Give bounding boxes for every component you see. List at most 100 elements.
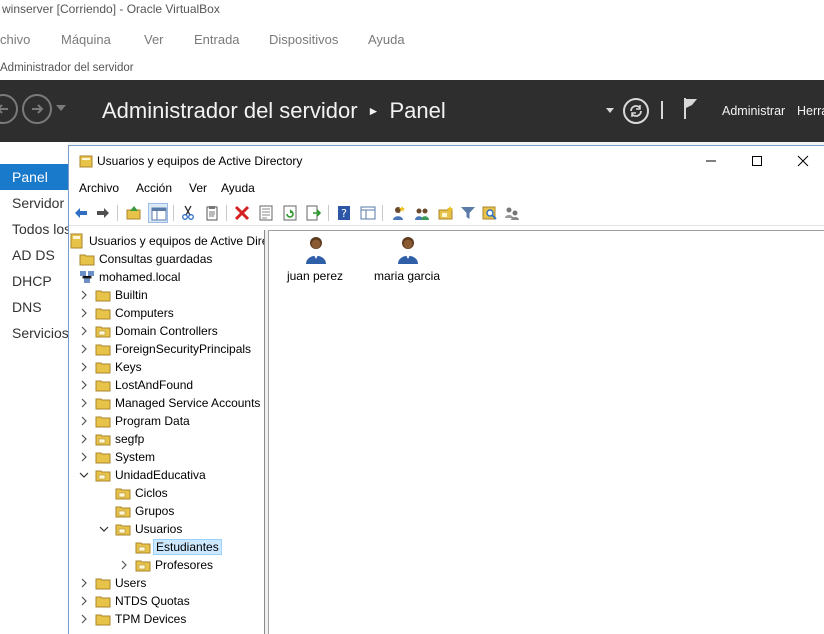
tree-node-grupos[interactable]: Grupos (69, 502, 264, 520)
show-hide-tree-button[interactable] (148, 203, 168, 223)
tree-node-tpm-devices[interactable]: TPM Devices (69, 610, 264, 628)
tree-expander[interactable] (79, 289, 89, 301)
cut-button[interactable] (178, 203, 198, 223)
tree-node-estudiantes[interactable]: Estudiantes (69, 538, 264, 556)
user-object[interactable]: maria garcia (367, 231, 447, 291)
maximize-button[interactable] (734, 146, 780, 176)
new-user-button[interactable] (388, 203, 408, 223)
tree-expander[interactable] (79, 325, 89, 337)
new-group-button[interactable] (412, 203, 432, 223)
add-to-group-button[interactable] (502, 203, 522, 223)
forward-button[interactable] (22, 94, 52, 124)
sidebar-item-todos-los-servidores[interactable]: Todos los (0, 216, 68, 242)
help-button[interactable]: ? (334, 203, 354, 223)
chevron-right-icon[interactable] (79, 361, 89, 373)
tree-expander[interactable] (79, 433, 89, 445)
menu-herramientas[interactable]: Herra (797, 104, 824, 118)
tree-expander[interactable] (79, 595, 89, 607)
tree-node-managed-service-accounts[interactable]: Managed Service Accounts (69, 394, 264, 412)
sidebar-item-servidor-local[interactable]: Servidor (0, 190, 68, 216)
forward-button[interactable] (93, 203, 113, 223)
new-ou-button[interactable] (436, 203, 456, 223)
tree-expander[interactable] (79, 343, 89, 355)
navigation-tree[interactable]: Usuarios y equipos de Active Direct Consu… (69, 230, 265, 634)
tree-node-foreignsecurityprincipals[interactable]: ForeignSecurityPrincipals (69, 340, 264, 358)
menu-ver[interactable]: Ver (189, 181, 207, 195)
tree-node-usuarios-y-equipos-de-active-direct[interactable]: Usuarios y equipos de Active Direct (69, 232, 264, 250)
tree-node-system[interactable]: System (69, 448, 264, 466)
tree-node-program-data[interactable]: Program Data (69, 412, 264, 430)
tree-expander[interactable] (79, 307, 89, 319)
tree-node-ntds-quotas[interactable]: NTDS Quotas (69, 592, 264, 610)
chevron-down-icon[interactable] (79, 469, 89, 481)
virtualbox-menu-maquina[interactable]: Máquina (61, 32, 111, 47)
chevron-right-icon[interactable] (79, 343, 89, 355)
tree-expander[interactable] (79, 613, 89, 625)
tree-node-mohamed-local[interactable]: mohamed.local (69, 268, 264, 286)
close-button[interactable] (780, 146, 824, 176)
menu-ayuda[interactable]: Ayuda (221, 181, 255, 195)
sidebar-item-servicios[interactable]: Servicios (0, 320, 68, 346)
virtualbox-menu-dispositivos[interactable]: Dispositivos (269, 32, 338, 47)
minimize-button[interactable] (688, 146, 734, 176)
chevron-right-icon[interactable] (79, 415, 89, 427)
tree-expander[interactable] (79, 469, 89, 481)
menu-accion[interactable]: Acción (136, 181, 172, 195)
tree-node-computers[interactable]: Computers (69, 304, 264, 322)
virtualbox-menu-ayuda[interactable]: Ayuda (368, 32, 405, 47)
sidebar-item-dhcp[interactable]: DHCP (0, 268, 68, 294)
back-button[interactable] (71, 203, 91, 223)
tree-expander[interactable] (119, 559, 129, 571)
tree-node-users[interactable]: Users (69, 574, 264, 592)
chevron-right-icon[interactable] (79, 307, 89, 319)
chevron-right-icon[interactable] (79, 595, 89, 607)
tree-node-consultas-guardadas[interactable]: Consultas guardadas (69, 250, 264, 268)
virtualbox-menu-ver[interactable]: Ver (144, 32, 164, 47)
details-view-button[interactable] (358, 203, 378, 223)
chevron-right-icon[interactable] (79, 613, 89, 625)
chevron-right-icon[interactable] (79, 577, 89, 589)
virtualbox-menu-archivo[interactable]: chivo (0, 32, 30, 47)
up-one-level-button[interactable] (124, 203, 144, 223)
flag-icon[interactable] (682, 96, 700, 120)
chevron-right-icon[interactable] (119, 559, 129, 571)
tree-expander[interactable] (99, 523, 109, 535)
tree-expander[interactable] (79, 451, 89, 463)
tree-expander[interactable] (79, 415, 89, 427)
chevron-down-icon[interactable] (99, 523, 109, 535)
back-button[interactable] (0, 94, 18, 124)
notifications-dropdown-icon[interactable] (606, 108, 614, 113)
tree-node-usuarios[interactable]: Usuarios (69, 520, 264, 538)
chevron-right-icon[interactable] (79, 451, 89, 463)
tree-node-lostandfound[interactable]: LostAndFound (69, 376, 264, 394)
refresh-button[interactable] (280, 203, 300, 223)
tree-node-keys[interactable]: Keys (69, 358, 264, 376)
chevron-right-icon[interactable] (79, 397, 89, 409)
chevron-right-icon[interactable] (79, 433, 89, 445)
virtualbox-menu-entrada[interactable]: Entrada (194, 32, 240, 47)
tree-node-unidadeducativa[interactable]: UnidadEducativa (69, 466, 264, 484)
tree-expander[interactable] (79, 361, 89, 373)
find-button[interactable] (480, 203, 500, 223)
tree-node-profesores[interactable]: Profesores (69, 556, 264, 574)
chevron-down-icon[interactable] (56, 105, 66, 111)
sidebar-item-panel[interactable]: Panel (0, 164, 68, 190)
menu-archivo[interactable]: Archivo (79, 181, 119, 195)
tree-expander[interactable] (79, 577, 89, 589)
refresh-button[interactable] (623, 98, 649, 124)
tree-node-builtin[interactable]: Builtin (69, 286, 264, 304)
tree-node-segfp[interactable]: segfp (69, 430, 264, 448)
chevron-right-icon[interactable] (79, 325, 89, 337)
export-list-button[interactable] (304, 203, 324, 223)
copy-button[interactable] (202, 203, 222, 223)
chevron-right-icon[interactable] (79, 379, 89, 391)
delete-button[interactable] (232, 203, 252, 223)
sidebar-item-ad-ds[interactable]: AD DS (0, 242, 68, 268)
filter-button[interactable] (458, 203, 478, 223)
tree-expander[interactable] (79, 379, 89, 391)
menu-administrar[interactable]: Administrar (722, 104, 785, 118)
details-pane[interactable]: juan perez maria garcia (269, 230, 824, 634)
sidebar-item-dns[interactable]: DNS (0, 294, 68, 320)
properties-button[interactable] (256, 203, 276, 223)
tree-expander[interactable] (79, 397, 89, 409)
